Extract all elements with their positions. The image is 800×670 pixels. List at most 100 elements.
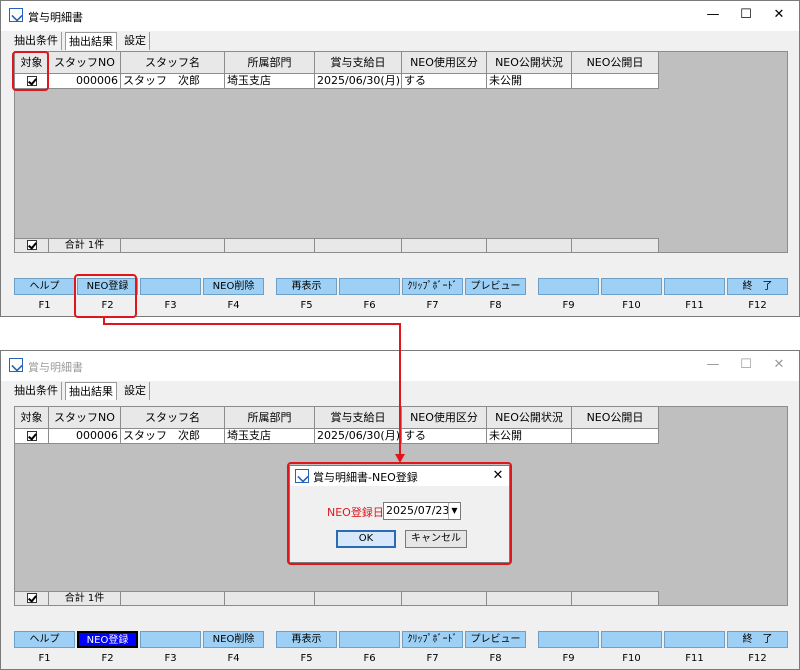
footer-cell bbox=[315, 238, 402, 252]
minimize-icon[interactable]: — bbox=[701, 5, 725, 25]
f9-button[interactable] bbox=[538, 278, 599, 295]
col-header-neo-usage[interactable]: NEO使用区分 bbox=[402, 407, 487, 429]
maximize-icon[interactable]: ☐ bbox=[734, 5, 758, 25]
fkey-label: F1 bbox=[38, 300, 51, 311]
exit-button[interactable]: 終 了 bbox=[727, 631, 788, 648]
close-icon[interactable]: ✕ bbox=[767, 355, 791, 375]
refresh-button[interactable]: 再表示 bbox=[276, 278, 337, 295]
f11-button[interactable] bbox=[664, 631, 725, 648]
tab-extract-conditions[interactable]: 抽出条件 bbox=[11, 382, 62, 400]
footer-cell bbox=[315, 591, 402, 605]
cell-neo-usage: する bbox=[402, 429, 487, 444]
fkey-label: F10 bbox=[622, 653, 641, 664]
fkey-label: F9 bbox=[562, 653, 575, 664]
col-header-pay-date[interactable]: 賞与支給日 bbox=[315, 407, 402, 429]
col-header-department[interactable]: 所属部門 bbox=[225, 52, 315, 74]
tab-settings[interactable]: 設定 bbox=[121, 382, 150, 400]
footer-cell bbox=[572, 591, 659, 605]
col-header-target[interactable]: 対象 bbox=[15, 407, 49, 429]
app-icon bbox=[9, 8, 23, 22]
f11-button[interactable] bbox=[664, 278, 725, 295]
cell-neo-date bbox=[572, 429, 659, 444]
footer-total: 合計 1件 bbox=[49, 591, 121, 605]
fkey-label: F3 bbox=[164, 653, 177, 664]
tab-extract-results[interactable]: 抽出結果 bbox=[65, 382, 117, 400]
f3-button[interactable] bbox=[140, 278, 201, 295]
close-icon[interactable]: ✕ bbox=[767, 5, 791, 25]
refresh-button[interactable]: 再表示 bbox=[276, 631, 337, 648]
fkey-label: F5 bbox=[300, 300, 313, 311]
window-title: 賞与明細書 bbox=[28, 11, 83, 24]
select-all-checkbox[interactable] bbox=[26, 593, 37, 603]
f10-button[interactable] bbox=[601, 631, 662, 648]
highlight-f2-button bbox=[74, 274, 137, 318]
footer-cell bbox=[487, 238, 572, 252]
row-checkbox[interactable] bbox=[26, 431, 37, 441]
window-title: 賞与明細書 bbox=[28, 361, 83, 374]
tab-settings[interactable]: 設定 bbox=[121, 32, 150, 50]
cell-neo-date bbox=[572, 74, 659, 89]
tab-extract-conditions[interactable]: 抽出条件 bbox=[11, 32, 62, 50]
clipboard-button[interactable]: ｸﾘｯﾌﾟﾎﾞｰﾄﾞ bbox=[402, 631, 463, 648]
preview-button[interactable]: プレビュー bbox=[465, 278, 526, 295]
neo-register-button[interactable]: NEO登録 bbox=[77, 631, 138, 648]
col-header-staff-no[interactable]: スタッフNO bbox=[49, 52, 121, 74]
fkey-label: F6 bbox=[363, 300, 376, 311]
fkey-label: F4 bbox=[227, 300, 240, 311]
cell-neo-status: 未公開 bbox=[487, 429, 572, 444]
cell-department: 埼玉支店 bbox=[225, 74, 315, 89]
col-header-neo-date[interactable]: NEO公開日 bbox=[572, 52, 659, 74]
footer-cell bbox=[402, 591, 487, 605]
footer-check-cell[interactable] bbox=[15, 238, 49, 252]
cell-pay-date: 2025/06/30(月) bbox=[315, 74, 402, 89]
tab-extract-results[interactable]: 抽出結果 bbox=[65, 32, 117, 50]
col-header-staff-name[interactable]: スタッフ名 bbox=[121, 52, 225, 74]
cell-staff-no: 000006 bbox=[49, 74, 121, 89]
col-header-pay-date[interactable]: 賞与支給日 bbox=[315, 52, 402, 74]
footer-cell bbox=[225, 591, 315, 605]
help-button[interactable]: ヘルプ bbox=[14, 278, 75, 295]
cell-staff-no: 000006 bbox=[49, 429, 121, 444]
cell-pay-date: 2025/06/30(月) bbox=[315, 429, 402, 444]
row-checkbox-cell[interactable] bbox=[15, 429, 49, 444]
fkey-label: F2 bbox=[101, 653, 114, 664]
cell-neo-usage: する bbox=[402, 74, 487, 89]
preview-button[interactable]: プレビュー bbox=[465, 631, 526, 648]
col-header-staff-name[interactable]: スタッフ名 bbox=[121, 407, 225, 429]
maximize-icon[interactable]: ☐ bbox=[734, 355, 758, 375]
col-header-department[interactable]: 所属部門 bbox=[225, 407, 315, 429]
fkey-label: F7 bbox=[426, 300, 439, 311]
cell-department: 埼玉支店 bbox=[225, 429, 315, 444]
clipboard-button[interactable]: ｸﾘｯﾌﾟﾎﾞｰﾄﾞ bbox=[402, 278, 463, 295]
neo-delete-button[interactable]: NEO削除 bbox=[203, 631, 264, 648]
f6-button[interactable] bbox=[339, 278, 400, 295]
fkey-label: F3 bbox=[164, 300, 177, 311]
exit-button[interactable]: 終 了 bbox=[727, 278, 788, 295]
f9-button[interactable] bbox=[538, 631, 599, 648]
footer-cell bbox=[121, 238, 225, 252]
fkey-label: F6 bbox=[363, 653, 376, 664]
fkey-label: F4 bbox=[227, 653, 240, 664]
f10-button[interactable] bbox=[601, 278, 662, 295]
fkey-label: F1 bbox=[38, 653, 51, 664]
f6-button[interactable] bbox=[339, 631, 400, 648]
col-header-staff-no[interactable]: スタッフNO bbox=[49, 407, 121, 429]
cell-staff-name: スタッフ 次郎 bbox=[121, 74, 225, 89]
col-header-neo-status[interactable]: NEO公開状況 bbox=[487, 52, 572, 74]
highlight-dialog bbox=[287, 462, 512, 565]
help-button[interactable]: ヘルプ bbox=[14, 631, 75, 648]
col-header-neo-usage[interactable]: NEO使用区分 bbox=[402, 52, 487, 74]
neo-delete-button[interactable]: NEO削除 bbox=[203, 278, 264, 295]
footer-cell bbox=[121, 591, 225, 605]
title-bar: 賞与明細書 — ☐ ✕ bbox=[1, 351, 799, 381]
col-header-neo-status[interactable]: NEO公開状況 bbox=[487, 407, 572, 429]
f3-button[interactable] bbox=[140, 631, 201, 648]
footer-cell bbox=[225, 238, 315, 252]
footer-check-cell[interactable] bbox=[15, 591, 49, 605]
minimize-icon[interactable]: — bbox=[701, 355, 725, 375]
fkey-label: F7 bbox=[426, 653, 439, 664]
select-all-checkbox[interactable] bbox=[26, 240, 37, 250]
col-header-neo-date[interactable]: NEO公開日 bbox=[572, 407, 659, 429]
footer-cell bbox=[402, 238, 487, 252]
cell-neo-status: 未公開 bbox=[487, 74, 572, 89]
